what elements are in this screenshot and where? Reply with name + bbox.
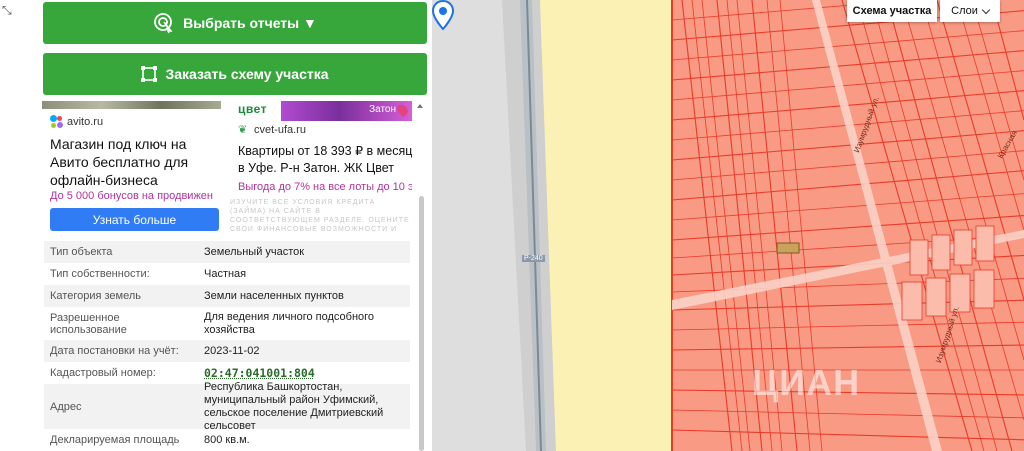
ad-domain-row: avito.ru	[50, 115, 103, 128]
avito-logo-icon	[50, 115, 63, 128]
panel-scrollbar[interactable]	[418, 196, 425, 451]
table-row: Категория земель Земли населенных пункто…	[44, 285, 410, 307]
leaf-icon: ❦	[238, 124, 248, 136]
row-value: Земельный участок	[204, 245, 305, 258]
resize-cursor-icon: ⤡	[2, 3, 12, 17]
table-row: Тип объекта Земельный участок	[44, 241, 410, 263]
layers-dropdown[interactable]: Слои	[940, 0, 1000, 22]
screen: ⤡ Выбрать отчеты ▼ Заказать схему участк…	[0, 0, 1024, 451]
cvet-logo: цвет	[238, 102, 267, 116]
row-value: 2023-11-02	[204, 344, 260, 357]
table-row: Адрес Республика Башкортостан, муниципал…	[44, 380, 410, 432]
ad-domain: cvet-ufa.ru	[254, 124, 306, 136]
row-value: Земли населенных пунктов	[204, 289, 344, 302]
learn-more-button[interactable]: Узнать больше	[50, 208, 219, 231]
row-label: Дата постановки на учёт:	[50, 345, 179, 357]
left-panel: Выбрать отчеты ▼ Заказать схему участка	[42, 0, 428, 451]
order-scheme-button[interactable]: Заказать схему участка	[43, 53, 427, 95]
ad-cvet[interactable]: цвет Затон ❦ cvet-ufa.ru Квартиры от 18 …	[230, 101, 412, 235]
row-label: Тип собственности:	[50, 268, 150, 280]
ad-domain: avito.ru	[67, 115, 104, 128]
table-row: Разрешенное использование Для ведения ли…	[44, 307, 410, 340]
road-label: Р-240	[522, 255, 545, 262]
ad-title: Магазин под ключ на Авито бесплатно для …	[50, 136, 189, 188]
row-value: 800 кв.м.	[204, 433, 250, 446]
table-row: Тип собственности: Частная	[44, 263, 410, 285]
row-value: Республика Башкортостан, муниципальный р…	[204, 380, 384, 432]
row-label: Декларируемая площадь	[50, 434, 180, 446]
row-label: Разрешенное использование	[50, 311, 127, 336]
ad-title: Квартиры от 18 393 ₽ в месяц в Уфе. Р-н …	[238, 144, 412, 175]
select-reports-label: Выбрать отчеты ▼	[183, 15, 317, 31]
ad-subtitle: До 5 000 бонусов на продвижен	[50, 190, 213, 202]
ad-avito[interactable]: avito.ru Магазин под ключ на Авито беспл…	[42, 101, 221, 235]
map-canvas	[432, 0, 1024, 451]
location-marker-icon[interactable]	[432, 0, 454, 30]
touch-icon	[154, 13, 173, 34]
ad-disclaimer: изучите все условия кредита (займа) на с…	[230, 199, 410, 233]
row-label: Адрес	[50, 400, 82, 413]
district-badge: Затон	[369, 104, 396, 115]
layers-label: Слои	[951, 5, 978, 17]
select-reports-button[interactable]: Выбрать отчеты ▼	[43, 2, 427, 44]
frame-select-icon	[141, 66, 158, 82]
row-label: Тип объекта	[50, 246, 113, 258]
ad-image	[42, 101, 221, 109]
row-label: Кадастровый номер:	[50, 367, 156, 379]
chevron-down-icon	[981, 5, 991, 14]
table-row: Дата постановки на учёт: 2023-11-02	[44, 340, 410, 362]
cadastral-number-link[interactable]: 02:47:041001:804	[204, 366, 315, 380]
ad-domain-row: ❦ cvet-ufa.ru	[238, 124, 306, 136]
cadastral-map[interactable]: Р-240 Изумрудный ул. Изумрудный ул. Крас…	[432, 0, 1024, 451]
row-label: Категория земель	[50, 290, 141, 302]
table-row: Декларируемая площадь 800 кв.м.	[44, 429, 410, 451]
row-value: Частная	[204, 267, 247, 280]
property-info-table: Тип объекта Земельный участок Тип собств…	[44, 241, 410, 451]
order-scheme-label: Заказать схему участка	[165, 66, 329, 82]
map-scheme-button[interactable]: Схема участка	[847, 0, 937, 22]
row-value: Для ведения личного подсобного хозяйства	[204, 310, 375, 336]
watermark-logo: ЦИАН	[752, 362, 861, 403]
ad-subtitle: Выгода до 7% на все лоты до 10 эт. п	[238, 181, 412, 193]
